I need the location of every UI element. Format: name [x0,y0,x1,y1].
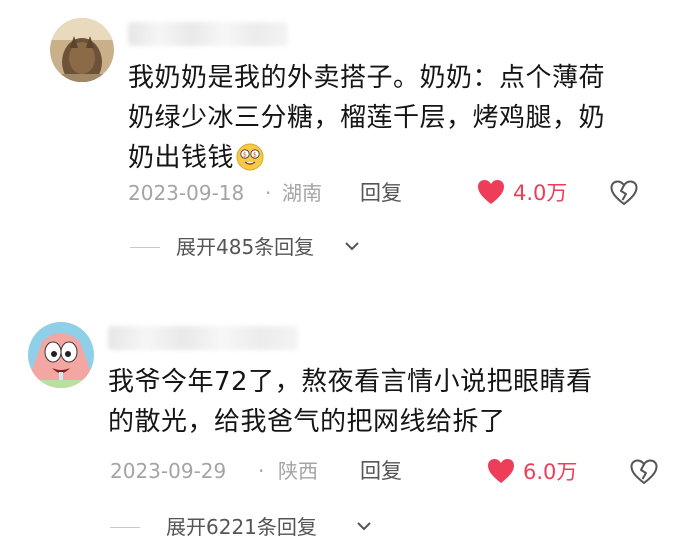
expand-replies-button[interactable]: 展开6221条回复 [110,512,400,542]
comment-text-line: 奶绿少冰三分糖，榴莲千层，烤鸡腿，奶 [128,103,606,133]
chevron-down-icon [345,242,359,251]
comment-date: 2023-09-18 [128,181,245,205]
comment-text-line: 奶出钱钱 [128,143,235,173]
like-button[interactable]: 6.0万 [487,457,587,487]
expand-divider-line [110,527,140,528]
like-count: 6.0万 [523,460,578,484]
expand-divider-line [130,247,160,248]
heart-filled-icon [478,180,504,204]
heart-filled-icon [488,459,514,483]
comment-text-line: 的散光，给我爸气的把网线给拆了 [108,407,506,437]
like-button[interactable]: 4.0万 [477,178,577,208]
comment-text: 我爷今年72了，熬夜看言情小说把眼睛看 的散光，给我爸气的把网线给拆了 [108,362,668,442]
meta-separator: · [265,181,272,205]
dislike-button[interactable] [610,180,640,210]
comment-text-line: 我爷今年72了，熬夜看言情小说把眼睛看 [108,367,593,397]
money-eyes-emoji-icon: $ $ [236,143,264,171]
username-blurred[interactable] [128,22,288,46]
comment-meta: 2023-09-18 · 湖南 回复 [128,178,668,208]
reply-button[interactable]: 回复 [360,456,402,486]
patrick-star-avatar-image [28,322,94,388]
comment-text-line: 我奶奶是我的外卖搭子。奶奶：点个薄荷 [128,63,606,93]
svg-text:$: $ [243,152,247,159]
comment-location: 陕西 [278,459,318,483]
svg-text:$: $ [253,152,257,159]
expand-replies-label: 展开485条回复 [176,235,315,259]
like-count: 4.0万 [513,181,568,205]
dislike-button[interactable] [630,459,660,489]
meta-separator: · [258,459,265,483]
chevron-down-icon [357,522,371,531]
avatar[interactable] [50,18,114,82]
expand-replies-label: 展开6221条回复 [166,515,317,539]
broken-heart-icon [610,180,638,206]
comment-text: 我奶奶是我的外卖搭子。奶奶：点个薄荷 奶绿少冰三分糖，榴莲千层，烤鸡腿，奶 奶出… [128,58,668,178]
cat-avatar-image [50,18,114,82]
comment-location: 湖南 [282,181,322,205]
username-blurred[interactable] [108,326,298,350]
avatar[interactable] [28,322,94,388]
expand-replies-button[interactable]: 展开485条回复 [130,232,390,262]
broken-heart-icon [630,459,658,485]
comment-date: 2023-09-29 [110,459,227,483]
reply-button[interactable]: 回复 [360,178,402,208]
